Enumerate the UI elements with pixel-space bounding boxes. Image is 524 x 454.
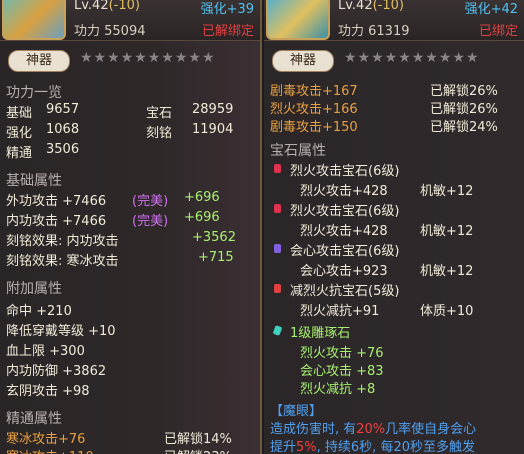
overview-label: 宝石 xyxy=(146,106,173,121)
extra-attr: 内功防御 +3862 xyxy=(6,364,107,379)
mastery-name: 烈火攻击+166 xyxy=(270,102,358,117)
right-level-mod: (-10) xyxy=(372,0,404,13)
mastery-status: 已解锁24% xyxy=(430,120,498,135)
mastery-status: 已解锁14% xyxy=(164,432,232,447)
left-power: 功力 55094 xyxy=(74,24,146,39)
overview-value: 9657 xyxy=(46,102,80,117)
left-item-header: Lv.42(-10) 功力 55094 强化+39 已解绑定 xyxy=(0,0,260,41)
purple-gem-icon xyxy=(274,244,281,253)
extra-attr: 命中 +210 xyxy=(6,304,72,319)
engrave-value: +715 xyxy=(198,250,234,265)
extra-attr: 血上限 +300 xyxy=(6,344,85,359)
gem-stat: 会心攻击+923 xyxy=(300,264,388,279)
mastery-name: 寒冰攻击+76 xyxy=(6,432,86,447)
skill-value: 20% xyxy=(356,422,386,437)
basic-attr-name: 内功攻击 +7466 xyxy=(6,214,107,229)
right-item-header: Lv.42(-10) 功力 61319 强化+42 已绑定 xyxy=(264,0,524,41)
right-star-rating: ★★★★★★★★★★ xyxy=(344,50,480,66)
left-mastery-title: 精通属性 xyxy=(6,411,62,427)
red-gem-icon xyxy=(274,284,281,293)
overview-value: 3506 xyxy=(46,142,80,157)
skill-title: 【魔眼】 xyxy=(270,404,323,419)
mastery-name: 剧毒攻击+150 xyxy=(270,120,358,135)
skill-text: , 持续6秒, 每20秒至多触发 xyxy=(316,440,475,454)
engrave-name: 刻铭效果: 寒冰攻击 xyxy=(6,254,119,269)
left-level-value: Lv.42 xyxy=(74,0,109,13)
overview-value: 1068 xyxy=(46,122,80,137)
mastery-status: 已解锁23% xyxy=(164,446,232,454)
gem-stat: 机敏+12 xyxy=(420,184,474,199)
gem-stat: 体质+10 xyxy=(420,304,474,319)
gem-name: 会心攻击宝石(6级) xyxy=(290,244,400,259)
basic-attr-bonus: +696 xyxy=(184,210,220,225)
gem-stat: 机敏+12 xyxy=(420,224,474,239)
mastery-status: 已解锁26% xyxy=(430,84,498,99)
skill-value: 5% xyxy=(296,440,317,454)
overview-label: 基础 xyxy=(6,106,33,121)
left-level-mod: (-10) xyxy=(108,0,140,13)
overview-value: 11904 xyxy=(192,122,234,137)
overview-value: 28959 xyxy=(192,102,234,117)
skill-desc-line: 提升5%, 持续6秒, 每20秒至多触发 xyxy=(270,436,475,454)
carve-stat: 烈火减抗 +8 xyxy=(300,382,376,397)
overview-label: 精通 xyxy=(6,146,33,161)
engrave-value: +3562 xyxy=(192,230,236,245)
right-item-panel: Lv.42(-10) 功力 61319 强化+42 已绑定 神器 ★★★★★★★… xyxy=(264,0,524,454)
left-enhance: 强化+39 xyxy=(200,2,254,17)
right-bound-status: 已绑定 xyxy=(478,24,518,39)
gem-stat: 烈火攻击+428 xyxy=(300,224,388,239)
left-star-rating: ★★★★★★★★★★ xyxy=(80,50,216,66)
carve-stone-icon xyxy=(272,325,283,336)
mastery-name: 剧毒攻击+167 xyxy=(270,84,358,99)
right-level: Lv.42(-10) xyxy=(338,0,404,13)
red-gem-icon xyxy=(274,204,281,213)
right-item-icon[interactable] xyxy=(266,0,330,40)
right-gem-title: 宝石属性 xyxy=(270,143,326,159)
gem-stat: 机敏+12 xyxy=(420,264,474,279)
right-level-value: Lv.42 xyxy=(338,0,373,13)
mastery-name: 寒冰攻击+110 xyxy=(6,446,94,454)
left-bound-status: 已解绑定 xyxy=(201,24,254,39)
left-level: Lv.42(-10) xyxy=(74,0,140,13)
basic-attr-name: 外功攻击 +7466 xyxy=(6,194,107,209)
skill-desc-line: 造成伤害时, 有20%几率使自身会心 xyxy=(270,418,476,437)
mastery-status: 已解锁26% xyxy=(430,102,498,117)
gem-name: 减烈火抗宝石(5级) xyxy=(290,284,400,299)
perfect-badge: (完美) xyxy=(132,194,169,209)
carve-stat: 烈火攻击 +76 xyxy=(300,346,384,361)
carve-stat: 会心攻击 +83 xyxy=(300,364,384,379)
overview-label: 刻铭 xyxy=(146,126,173,141)
carve-title: 1级雕琢石 xyxy=(290,326,351,341)
left-item-panel: Lv.42(-10) 功力 55094 强化+39 已解绑定 神器 ★★★★★★… xyxy=(0,0,262,454)
basic-attr-bonus: +696 xyxy=(184,190,220,205)
gem-name: 烈火攻击宝石(6级) xyxy=(290,164,400,179)
left-basic-title: 基础属性 xyxy=(6,173,62,189)
skill-text: 几率使自身会心 xyxy=(385,422,477,437)
left-overview-title: 功力一览 xyxy=(6,85,62,101)
engrave-name: 刻铭效果: 内功攻击 xyxy=(6,234,119,249)
extra-attr: 降低穿戴等级 +10 xyxy=(6,324,116,339)
left-artifact-tag: 神器 xyxy=(8,50,70,72)
right-power: 功力 61319 xyxy=(338,24,410,39)
perfect-badge: (完美) xyxy=(132,214,169,229)
overview-label: 强化 xyxy=(6,126,33,141)
right-enhance: 强化+42 xyxy=(464,2,518,17)
extra-attr: 玄阴攻击 +98 xyxy=(6,384,90,399)
skill-text: 提升 xyxy=(270,440,297,454)
left-extra-title: 附加属性 xyxy=(6,281,62,297)
gem-stat: 烈火攻击+428 xyxy=(300,184,388,199)
left-item-icon[interactable] xyxy=(2,0,66,40)
skill-text: 造成伤害时, 有 xyxy=(270,422,357,437)
red-gem-icon xyxy=(274,164,281,173)
right-artifact-tag: 神器 xyxy=(272,50,334,72)
gem-name: 烈火攻击宝石(6级) xyxy=(290,204,400,219)
gem-stat: 烈火减抗+91 xyxy=(300,304,380,319)
